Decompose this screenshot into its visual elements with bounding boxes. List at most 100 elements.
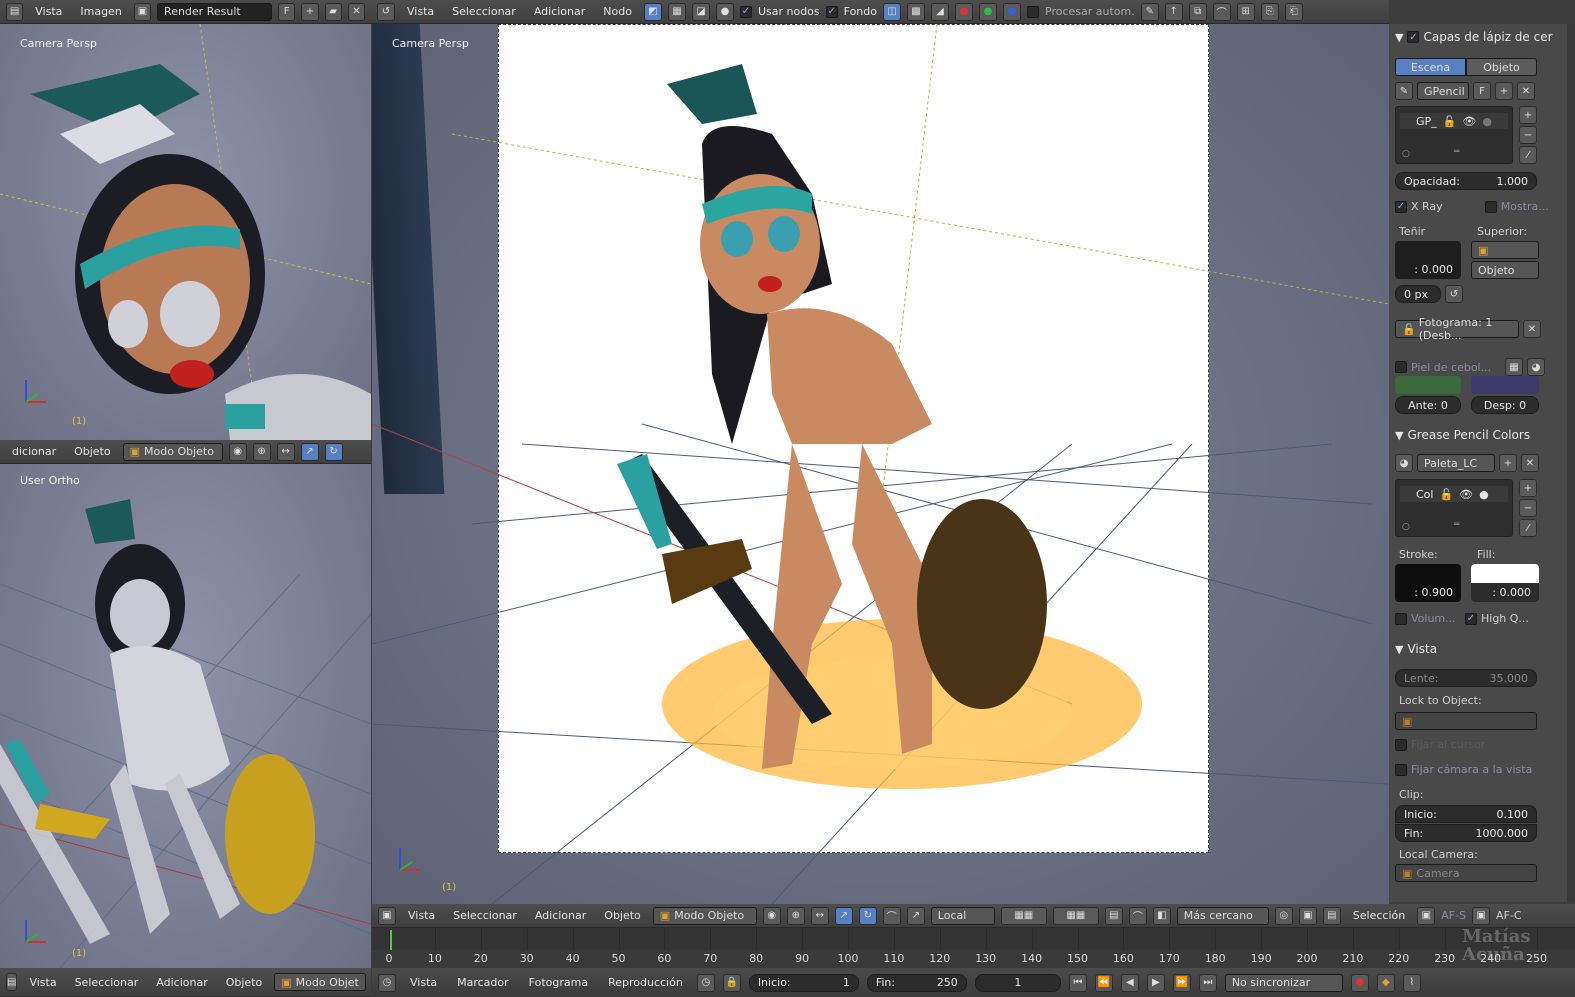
color-list[interactable]: Col 🔓 👁 ● ○ ═ (1395, 479, 1513, 537)
snap-target-icon[interactable]: ◧ (1152, 906, 1171, 925)
menu-marcador[interactable]: Marcador (451, 976, 515, 989)
view-panel-header[interactable]: ▼ Vista (1395, 642, 1437, 656)
layers-grid-2[interactable]: ▦▦ (1052, 906, 1099, 925)
current-frame-marker[interactable] (390, 930, 392, 950)
render-icon[interactable]: ▣ (1298, 906, 1317, 925)
use-nodes-checkbox[interactable]: ✓ (739, 5, 752, 18)
fake-user-button[interactable]: F (278, 2, 296, 21)
lock-camera-checkbox[interactable] (1395, 763, 1407, 776)
keying-set-icon[interactable]: ◆ (1376, 973, 1395, 992)
af-s-icon[interactable]: ▣ (1417, 906, 1436, 925)
green-channel-icon[interactable]: ● (979, 2, 997, 21)
menu-vista[interactable]: Vista (29, 5, 68, 18)
snap-icon[interactable]: ⌒ (1212, 2, 1231, 21)
editor-type-icon[interactable]: ▤ (6, 973, 18, 991)
proportional-icon[interactable]: ◎ (1274, 906, 1293, 925)
menu-reproduccion[interactable]: Reproducción (602, 976, 689, 989)
play-reverse-icon[interactable]: ◀ (1120, 973, 1139, 992)
af-c-icon[interactable]: ▣ (1472, 906, 1491, 925)
blue-channel-icon[interactable]: ● (1003, 2, 1021, 21)
timeline-track[interactable] (372, 928, 1575, 950)
before-color-swatch[interactable] (1395, 376, 1461, 394)
fill-color-swatch[interactable]: : 0.000 (1471, 564, 1539, 602)
preview-range-icon[interactable]: ◷ (696, 973, 715, 992)
menu-vista[interactable]: Vista (404, 976, 443, 989)
layers-grid-1[interactable]: ▦▦ (1000, 906, 1047, 925)
opacity-field[interactable]: Opacidad: 1.000 (1395, 172, 1537, 190)
layer-row[interactable]: GP_ 🔓 👁 ● (1400, 113, 1508, 129)
clip-end-field[interactable]: Fin: 1000.000 (1395, 824, 1537, 842)
backdrop-alpha-icon[interactable]: ▩ (907, 2, 925, 21)
collapse-arrow-icon[interactable]: ▼ (1395, 643, 1403, 656)
menu-adicionar[interactable]: Adicionar (528, 5, 591, 18)
shader-nodes-icon[interactable]: ◩ (643, 2, 662, 21)
compositing-nodes-icon[interactable]: ▦ (667, 2, 686, 21)
snap-icon[interactable]: ⌒ (1128, 906, 1147, 925)
transform-space-icon[interactable]: ↗ (906, 906, 925, 925)
layer-lock-icon[interactable]: ▤ (1104, 906, 1123, 925)
rotate-icon[interactable]: ↻ (324, 442, 343, 461)
orientation-dropdown[interactable]: Local (930, 906, 995, 925)
lock-icon[interactable]: 🔓 (1439, 488, 1453, 501)
start-frame-field[interactable]: Inicio: 1 (748, 973, 859, 992)
render-anim-icon[interactable]: ▤ (1322, 906, 1341, 925)
onion-skin-checkbox[interactable] (1395, 361, 1407, 373)
before-field[interactable]: Ante: 0 (1395, 396, 1461, 414)
pin-icon[interactable]: ✎ (1140, 2, 1159, 21)
grid-snap-icon[interactable]: ⊞ (1236, 2, 1255, 21)
tab-scene[interactable]: Escena (1395, 58, 1466, 76)
parent-object-field[interactable]: ▣ (1471, 241, 1539, 259)
paste-icon[interactable]: ⎘ (1260, 2, 1279, 21)
collapse-arrow-icon[interactable]: ▼ (1395, 31, 1403, 44)
close-image-icon[interactable]: ✕ (347, 2, 366, 21)
selection-label[interactable]: Selección (1347, 909, 1411, 922)
auto-process-checkbox[interactable] (1027, 5, 1039, 18)
pivot-icon[interactable]: ⊕ (786, 906, 805, 925)
menu-objeto[interactable]: Objeto (220, 976, 269, 989)
menu-vista[interactable]: Vista (23, 976, 62, 989)
after-color-swatch[interactable] (1471, 376, 1539, 394)
copy-nodes-icon[interactable]: ⧉ (1188, 2, 1207, 21)
jump-start-icon[interactable]: ⏮ (1068, 973, 1087, 992)
gp-layers-enable-checkbox[interactable]: ✓ (1407, 31, 1420, 43)
snap-element-dropdown[interactable]: Más cercano (1176, 906, 1269, 925)
clip-start-field[interactable]: Inicio: 0.100 (1395, 805, 1537, 823)
add-color-icon[interactable]: + (1519, 479, 1537, 497)
resize-handle-icon[interactable]: ○ (1402, 149, 1410, 159)
color-row[interactable]: Col 🔓 👁 ● (1400, 486, 1508, 502)
onion-settings-icon[interactable]: ▦ (1505, 358, 1523, 376)
translate-icon[interactable]: ↗ (300, 442, 319, 461)
end-frame-field[interactable]: Fin: 250 (866, 973, 967, 992)
viewport-bottom-left[interactable]: User Ortho (1) (0, 464, 371, 968)
high-quality-checkbox[interactable]: ✓ (1465, 612, 1477, 625)
remove-layer-icon[interactable]: − (1519, 126, 1537, 144)
eye-icon[interactable]: 👁 (1462, 115, 1476, 128)
mode-dropdown[interactable]: ▣ Modo Objet (274, 973, 366, 991)
palette-name-field[interactable]: Paleta_LC (1417, 454, 1495, 472)
viewport-main[interactable]: Camera Persp (1) (372, 24, 1389, 904)
jump-prev-keyframe-icon[interactable]: ⏪ (1094, 973, 1113, 992)
thickness-reset-icon[interactable]: ↺ (1445, 285, 1463, 303)
lens-field[interactable]: Lente: 35.000 (1395, 669, 1537, 687)
xray-checkbox[interactable]: ✓ (1395, 200, 1407, 213)
show-points-checkbox[interactable] (1484, 200, 1497, 213)
stroke-color-swatch[interactable]: : 0.900 (1395, 564, 1461, 602)
current-frame-field[interactable]: 1 (974, 973, 1061, 992)
color-specials-icon[interactable]: ⁄ (1519, 519, 1537, 537)
jump-next-keyframe-icon[interactable]: ⏩ (1172, 973, 1191, 992)
backdrop-channels-icon[interactable]: ◫ (883, 2, 901, 21)
grip-icon[interactable]: ═ (1454, 520, 1459, 530)
pencil-icon[interactable]: ✎ (1395, 82, 1413, 100)
node-editor-type-icon[interactable]: ↺ (377, 2, 395, 21)
menu-objeto[interactable]: Objeto (68, 445, 117, 458)
menu-imagen[interactable]: Imagen (74, 5, 127, 18)
delete-frame-icon[interactable]: ✕ (1523, 320, 1541, 338)
viewport-top-left[interactable]: Camera Persp (1) (0, 24, 371, 440)
menu-vista[interactable]: Vista (402, 909, 441, 922)
ghost-icon[interactable]: ● (1479, 488, 1489, 501)
grip-icon[interactable]: ═ (1454, 147, 1459, 157)
add-palette-icon[interactable]: + (1499, 454, 1517, 472)
volumetric-checkbox[interactable] (1395, 612, 1407, 625)
menu-objeto[interactable]: Objeto (598, 909, 647, 922)
thickness-field[interactable]: 0 px (1395, 285, 1441, 303)
